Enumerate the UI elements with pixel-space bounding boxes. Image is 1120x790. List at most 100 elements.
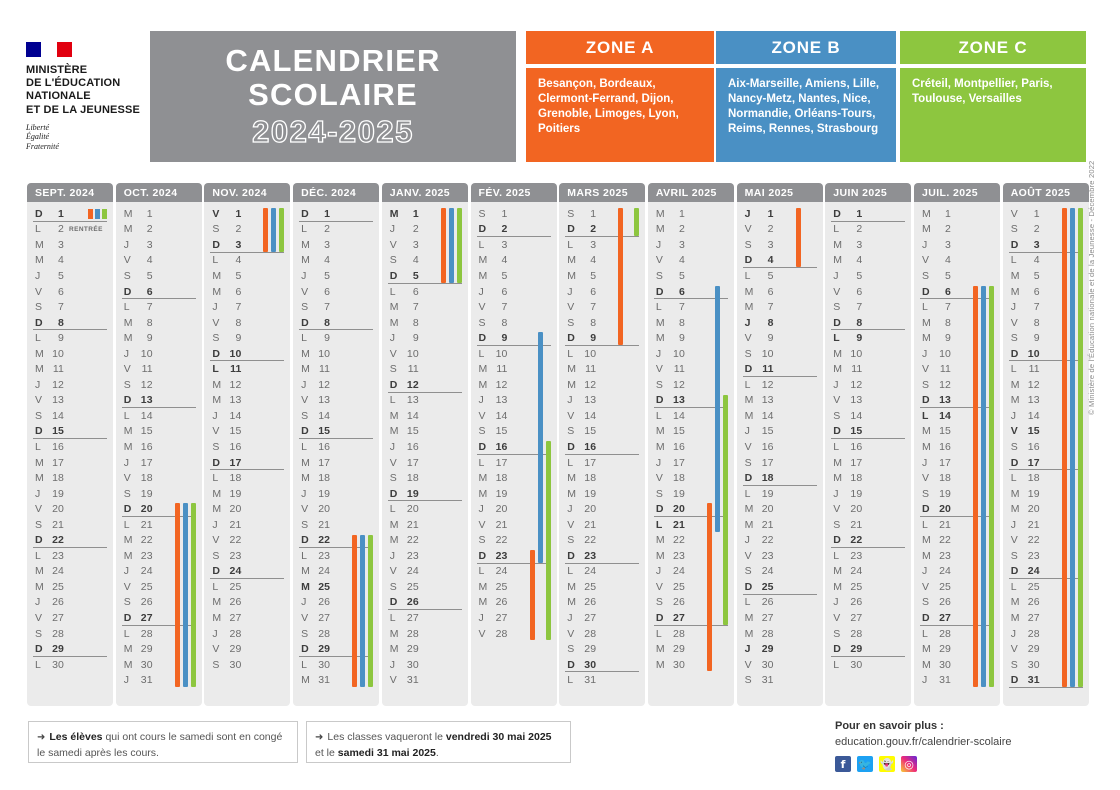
- zone-color-chips: [88, 209, 107, 219]
- note-may-holiday: ➜ Les classes vaqueront le vendredi 30 ma…: [306, 721, 571, 763]
- day-of-week: J: [655, 347, 662, 360]
- day-number: 9: [856, 332, 863, 345]
- twitter-icon[interactable]: 🐦: [857, 756, 873, 772]
- day-of-week: M: [1010, 269, 1020, 282]
- vacation-bar-zone-a: [263, 208, 269, 252]
- day-number: 19: [939, 487, 951, 500]
- day-number: 22: [1027, 534, 1040, 547]
- day-number: 2: [324, 223, 331, 236]
- day-of-week: V: [833, 285, 841, 298]
- day-number: 6: [590, 285, 597, 298]
- day-number: 20: [406, 503, 419, 516]
- day-of-week: S: [478, 425, 486, 438]
- day-number: 10: [761, 347, 774, 360]
- more-info-title: Pour en savoir plus :: [835, 720, 944, 732]
- day-number: 2: [767, 223, 774, 236]
- month-header: FÉV. 2025: [470, 183, 557, 202]
- day-number: 21: [939, 518, 951, 531]
- instagram-icon[interactable]: ◎: [901, 756, 917, 772]
- day-number: 29: [673, 643, 685, 656]
- day-of-week: M: [212, 487, 222, 500]
- day-number: 28: [140, 627, 153, 640]
- day-of-week: S: [744, 456, 752, 469]
- day-of-week: D: [744, 472, 753, 485]
- day-of-week: V: [655, 254, 663, 267]
- day-of-week: D: [833, 534, 841, 547]
- day-of-week: D: [389, 378, 398, 391]
- month-days: V 1 S 2 D 3 L 4 M 5 M 6 J 7 V 8 S 9 D 10 L 11 M 12 M 13 J 14 V 15 S 16 D…: [204, 202, 291, 706]
- day-of-week: J: [744, 207, 751, 220]
- day-number: 13: [850, 394, 863, 407]
- day-number: 14: [850, 409, 863, 422]
- day-number: 1: [1033, 207, 1040, 220]
- day-of-week: L: [123, 518, 130, 531]
- day-of-week: L: [744, 269, 751, 282]
- day-number: 14: [229, 409, 242, 422]
- day-number: 20: [584, 503, 597, 516]
- month-header: SEPT. 2024: [27, 183, 113, 202]
- more-info-url[interactable]: education.gouv.fr/calendrier-scolaire: [835, 734, 1085, 750]
- social-links[interactable]: f 🐦 👻 ◎: [835, 756, 1085, 772]
- day-of-week: V: [478, 518, 486, 531]
- snapchat-icon[interactable]: 👻: [879, 756, 895, 772]
- zone-a-academies: Besançon, Bordeaux, Clermont-Ferrand, Di…: [526, 68, 714, 162]
- chip-zone-c: [102, 209, 107, 219]
- day-number: 9: [412, 332, 419, 345]
- day-number: 9: [235, 332, 242, 345]
- day-of-week: V: [744, 549, 752, 562]
- day-number: 24: [406, 565, 419, 578]
- day-number: 5: [412, 269, 419, 282]
- day-of-week: D: [567, 223, 575, 236]
- day-of-week: S: [1010, 440, 1018, 453]
- day-number: 14: [318, 409, 331, 422]
- day-number: 18: [140, 472, 153, 485]
- month-header: MARS 2025: [559, 183, 646, 202]
- day-number: 21: [406, 518, 419, 531]
- day-of-week: L: [833, 223, 840, 236]
- day-of-week: L: [35, 658, 41, 671]
- day-number: 17: [140, 456, 153, 469]
- day-number: 29: [1027, 643, 1040, 656]
- day-number: 9: [678, 332, 685, 345]
- day-of-week: V: [744, 332, 752, 345]
- day-number: 1: [324, 207, 331, 220]
- day-of-week: M: [35, 254, 44, 267]
- day-of-week: L: [1010, 580, 1017, 593]
- day-of-week: M: [389, 316, 399, 329]
- day-number: 6: [1033, 285, 1040, 298]
- day-number: 28: [406, 627, 419, 640]
- day-of-week: M: [35, 347, 44, 360]
- day-number: 3: [678, 238, 685, 251]
- day-of-week: M: [655, 223, 665, 236]
- facebook-icon[interactable]: f: [835, 756, 851, 772]
- day-number: 25: [761, 580, 774, 593]
- day-of-week: J: [301, 596, 307, 609]
- day-of-week: J: [478, 611, 484, 624]
- day-of-week: D: [35, 534, 43, 547]
- day-of-week: V: [35, 394, 43, 407]
- day-of-week: D: [744, 580, 753, 593]
- vacation-bar-zone-b: [448, 208, 454, 283]
- day-number: 24: [939, 565, 951, 578]
- month-column: MAI 2025 J 1 V 2 S 3 D 4 L 5 M 6 M 7 J 8 V 9 S 10 D 11 L 12 M 13 M 1…: [736, 183, 823, 706]
- day-of-week: M: [922, 643, 931, 656]
- day-of-week: M: [833, 472, 843, 485]
- day-of-week: V: [567, 409, 575, 422]
- day-number: 31: [761, 674, 774, 687]
- day-of-week: M: [922, 207, 931, 220]
- day-of-week: V: [478, 301, 486, 314]
- day-of-week: M: [301, 674, 310, 687]
- vacation-bar-zone-a: [1061, 208, 1067, 688]
- vacation-bars: [793, 206, 819, 706]
- day-of-week: D: [1010, 674, 1019, 687]
- day-of-week: S: [389, 363, 397, 376]
- day-of-week: M: [922, 332, 931, 345]
- day-of-week: M: [922, 658, 931, 671]
- day-number: 5: [146, 269, 153, 282]
- day-of-week: L: [922, 518, 928, 531]
- day-of-week: S: [922, 487, 930, 500]
- day-number: 6: [146, 285, 153, 298]
- day-number: 30: [52, 658, 64, 671]
- day-number: 7: [945, 301, 951, 314]
- day-of-week: S: [922, 269, 930, 282]
